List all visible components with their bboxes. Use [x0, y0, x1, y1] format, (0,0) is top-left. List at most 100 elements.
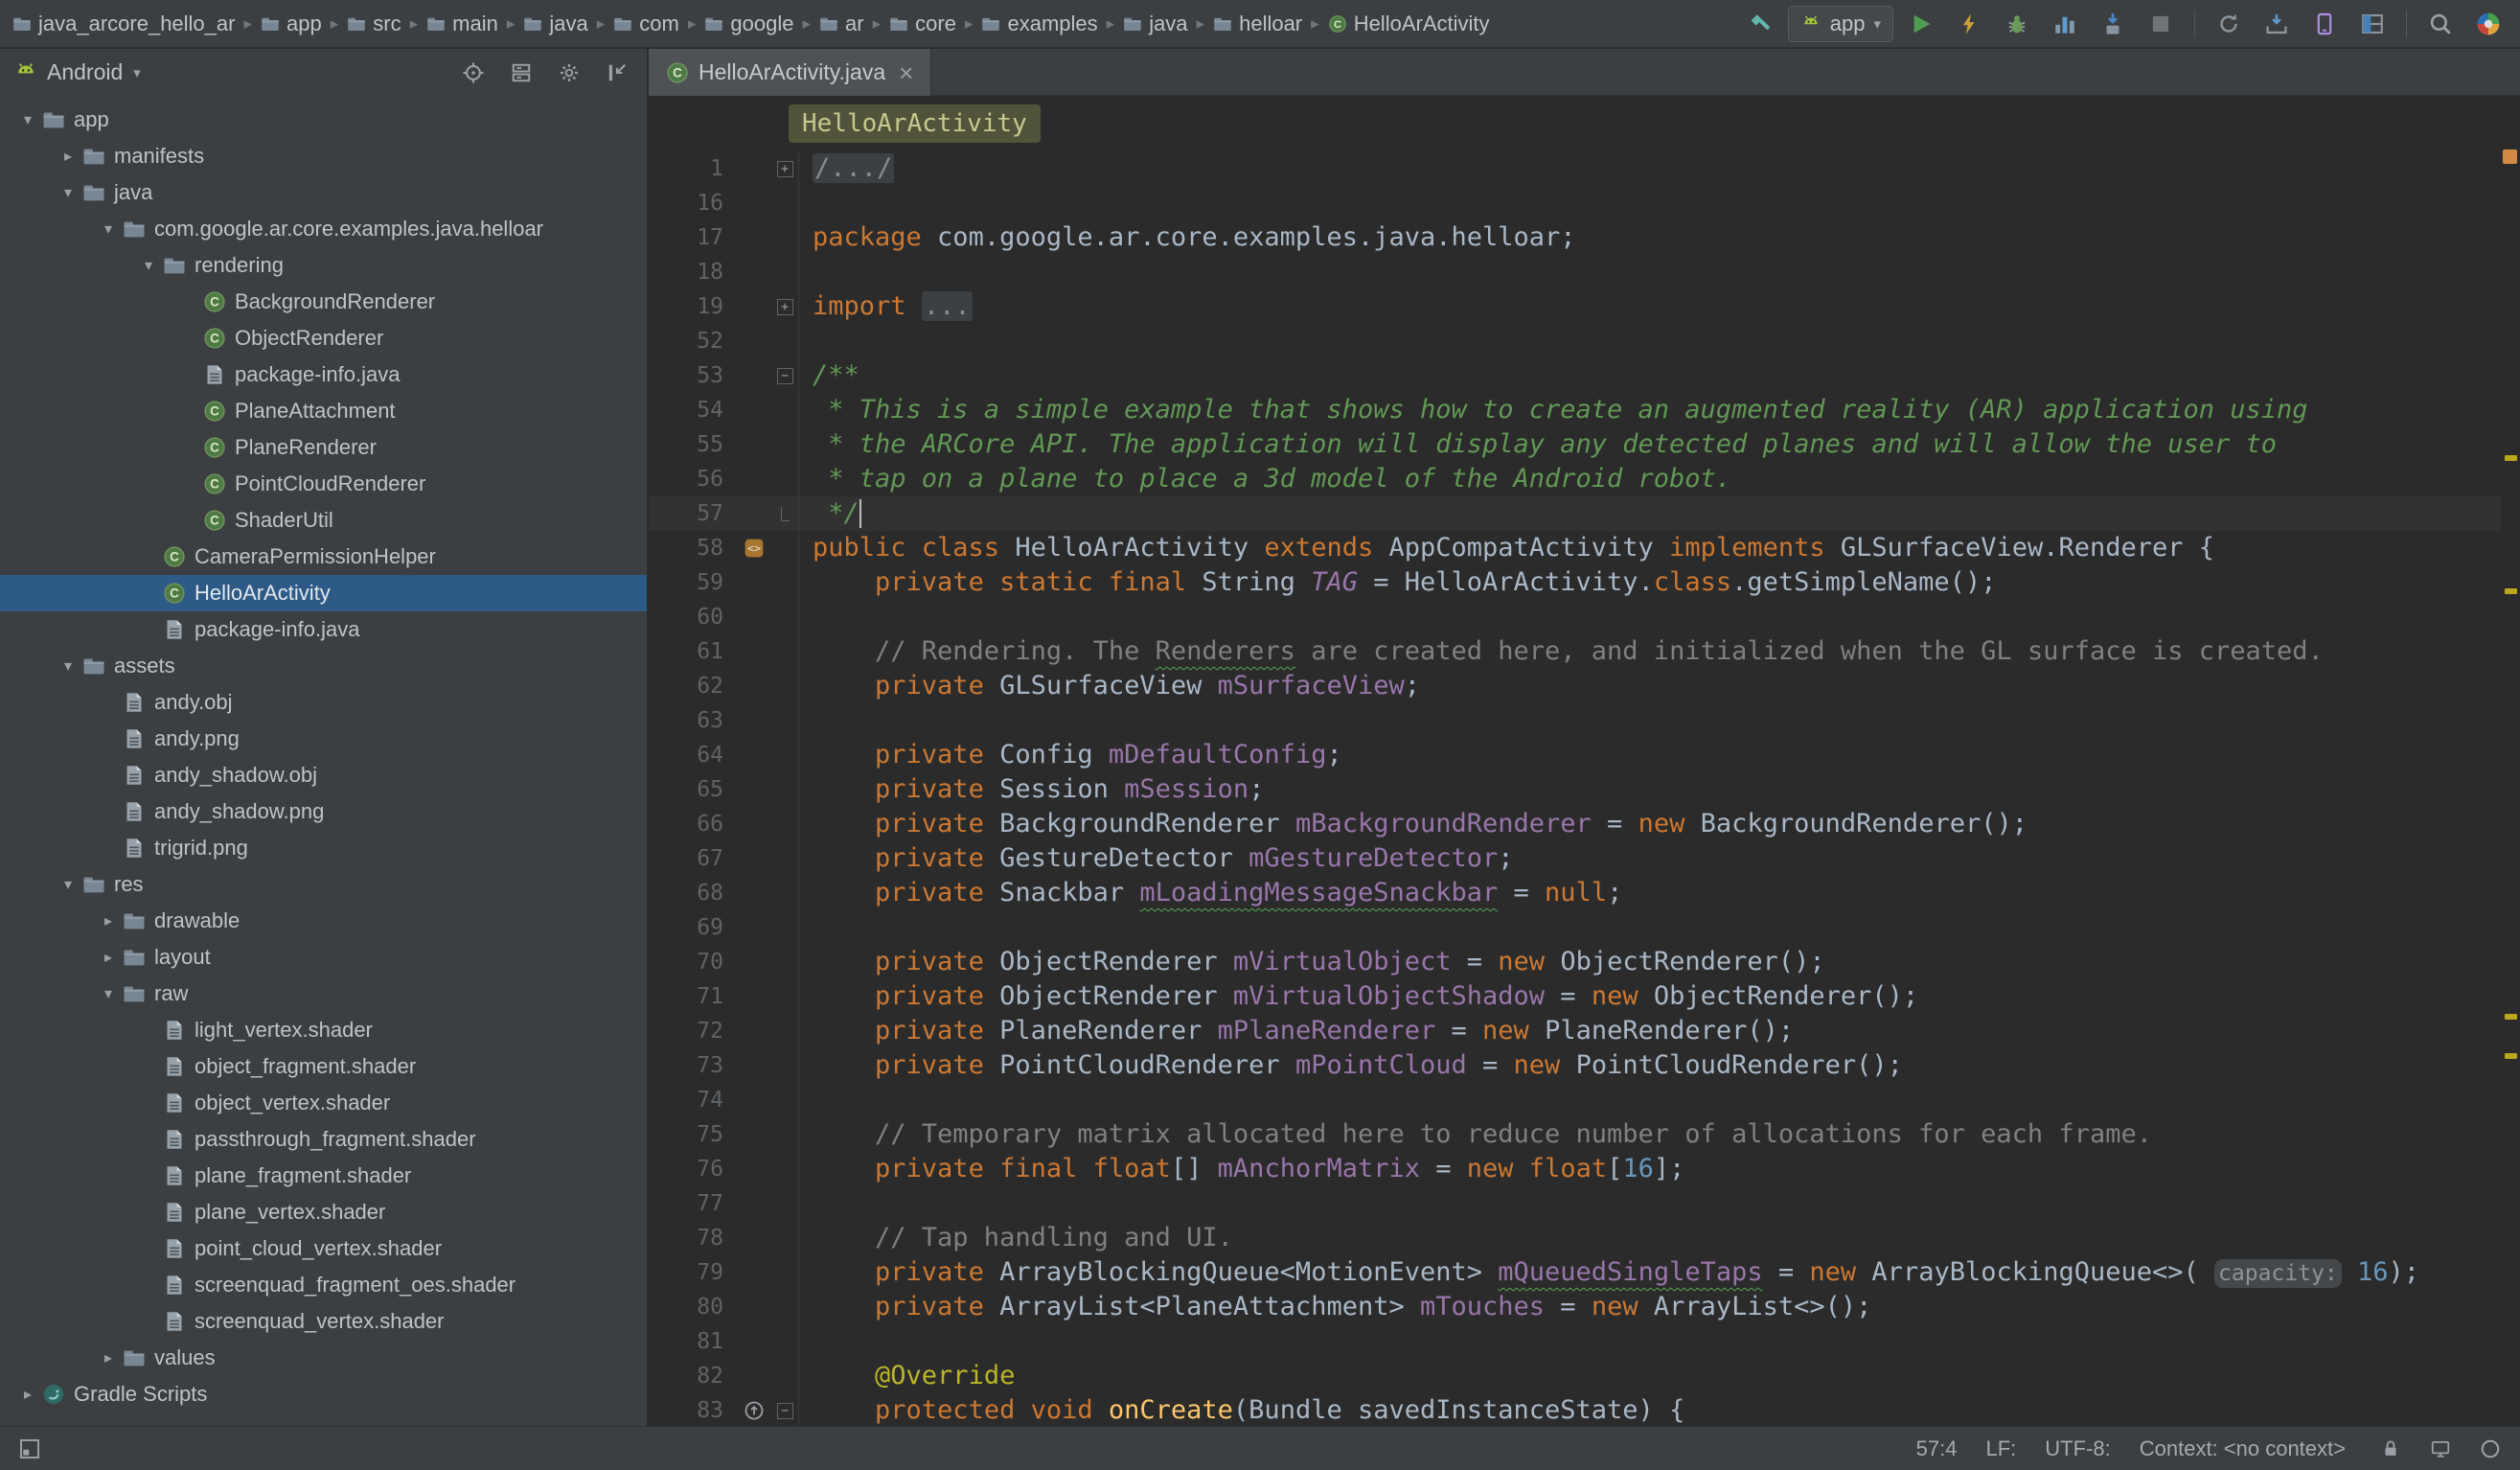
code-line[interactable]: 67 private GestureDetector mGestureDetec…	[649, 841, 2501, 876]
tree-item[interactable]: ▸layout	[0, 939, 647, 976]
breadcrumb-item[interactable]: java	[518, 10, 592, 38]
toolwindow-toggler-button[interactable]	[13, 1433, 46, 1465]
tree-item[interactable]: point_cloud_vertex.shader	[0, 1230, 647, 1267]
run-config-selector[interactable]: app▾	[1788, 6, 1893, 42]
line-separator-widget[interactable]: LF:	[1985, 1436, 2016, 1461]
breadcrumb-item[interactable]: com	[608, 10, 684, 38]
warning-stripe-mark[interactable]	[2505, 588, 2517, 594]
code-line[interactable]: 56 * tap on a plane to place a 3d model …	[649, 462, 2501, 496]
breadcrumb-item[interactable]: core	[884, 10, 961, 38]
chevron-right-icon[interactable]: ▸	[54, 147, 82, 166]
code-line[interactable]: 70 private ObjectRenderer mVirtualObject…	[649, 945, 2501, 979]
breadcrumb-item[interactable]: helloar	[1208, 10, 1307, 38]
code-line[interactable]: 57 */	[649, 496, 2501, 531]
chevron-right-icon[interactable]: ▸	[94, 948, 123, 967]
warning-stripe-mark[interactable]	[2505, 455, 2517, 461]
code-line[interactable]: 64 private Config mDefaultConfig;	[649, 738, 2501, 772]
code-line[interactable]: 62 private GLSurfaceView mSurfaceView;	[649, 669, 2501, 703]
code-line[interactable]: 17package com.google.ar.core.examples.ja…	[649, 220, 2501, 255]
search-everywhere-button[interactable]	[2420, 5, 2461, 43]
tree-item[interactable]: ▾com.google.ar.core.examples.java.helloa…	[0, 211, 647, 247]
tree-item[interactable]: andy_shadow.png	[0, 793, 647, 830]
attach-debugger-button[interactable]	[2093, 5, 2133, 43]
tree-item[interactable]: CHelloArActivity	[0, 575, 647, 611]
debug-button[interactable]	[1997, 5, 2037, 43]
background-tasks-button[interactable]	[2474, 1433, 2507, 1465]
avd-manager-button[interactable]	[2304, 5, 2345, 43]
code-line[interactable]: 73 private PointCloudRenderer mPointClou…	[649, 1048, 2501, 1083]
chevron-down-icon[interactable]: ▾	[13, 110, 42, 129]
tree-item[interactable]: CPlaneRenderer	[0, 429, 647, 466]
chevron-down-icon[interactable]: ▾	[94, 219, 123, 239]
tree-item[interactable]: andy.obj	[0, 684, 647, 721]
code-line[interactable]: 77	[649, 1186, 2501, 1221]
code-line[interactable]: 60	[649, 600, 2501, 634]
chevron-right-icon[interactable]: ▸	[94, 1348, 123, 1367]
tree-item[interactable]: package-info.java	[0, 611, 647, 648]
breadcrumb-item[interactable]: CHelloArActivity	[1323, 10, 1495, 38]
breadcrumb-item[interactable]: app	[256, 10, 327, 38]
code-line[interactable]: 69	[649, 910, 2501, 945]
project-view-selector[interactable]: Android ▾	[13, 59, 141, 85]
code-line[interactable]: 82 @Override	[649, 1359, 2501, 1393]
tree-item[interactable]: ▾res	[0, 866, 647, 903]
tree-item[interactable]: andy.png	[0, 721, 647, 757]
code-line[interactable]: 71 private ObjectRenderer mVirtualObject…	[649, 979, 2501, 1014]
build-hammer-button[interactable]	[1740, 5, 1780, 43]
encoding-widget[interactable]: UTF-8:	[2045, 1436, 2110, 1461]
code-line[interactable]: 75 // Temporary matrix allocated here to…	[649, 1117, 2501, 1152]
override-gutter-icon[interactable]	[737, 1400, 771, 1421]
marker-gutter-icon[interactable]: <>	[737, 538, 771, 559]
stop-button[interactable]	[2141, 5, 2181, 43]
code-line[interactable]: 78 // Tap handling and UI.	[649, 1221, 2501, 1255]
tree-item[interactable]: ▸manifests	[0, 138, 647, 174]
caret-position-widget[interactable]: 57:4	[1916, 1436, 1958, 1461]
editor-tab[interactable]: C HelloArActivity.java ×	[649, 49, 931, 96]
warning-stripe-mark[interactable]	[2505, 1053, 2517, 1059]
warning-stripe-mark[interactable]	[2505, 1014, 2517, 1020]
code-line[interactable]: 68 private Snackbar mLoadingMessageSnack…	[649, 876, 2501, 910]
code-line[interactable]: 61 // Rendering. The Renderers are creat…	[649, 634, 2501, 669]
code-line[interactable]: 19+import ...	[649, 289, 2501, 324]
event-log-button[interactable]	[2424, 1433, 2457, 1465]
chevron-right-icon[interactable]: ▸	[13, 1385, 42, 1404]
hide-panel-button[interactable]	[601, 57, 633, 89]
tree-item[interactable]: ▸values	[0, 1340, 647, 1376]
code-line[interactable]: 65 private Session mSession;	[649, 772, 2501, 807]
code-line[interactable]: 1+/.../	[649, 151, 2501, 186]
sdk-manager-button[interactable]	[2257, 5, 2297, 43]
collapse-all-button[interactable]	[505, 57, 538, 89]
fold-minus-icon[interactable]: −	[771, 1403, 798, 1419]
fold-minus-icon[interactable]: −	[771, 368, 798, 384]
tree-item[interactable]: CPlaneAttachment	[0, 393, 647, 429]
error-stripe[interactable]	[2501, 96, 2520, 1426]
code-line[interactable]: 80 private ArrayList<PlaneAttachment> mT…	[649, 1290, 2501, 1324]
chevron-right-icon[interactable]: ▸	[94, 911, 123, 930]
breadcrumb-item[interactable]: java_arcore_hello_ar	[8, 10, 240, 38]
code-line[interactable]: 58<>public class HelloArActivity extends…	[649, 531, 2501, 565]
profile-button[interactable]	[2045, 5, 2085, 43]
breadcrumb-item[interactable]: java	[1118, 10, 1192, 38]
tree-item[interactable]: andy_shadow.obj	[0, 757, 647, 793]
tree-item[interactable]: CObjectRenderer	[0, 320, 647, 356]
code-line[interactable]: 52	[649, 324, 2501, 358]
tree-item[interactable]: screenquad_fragment_oes.shader	[0, 1267, 647, 1303]
code-line[interactable]: 83− protected void onCreate(Bundle saved…	[649, 1393, 2501, 1426]
sync-project-button[interactable]	[2209, 5, 2249, 43]
tree-item[interactable]: CCameraPermissionHelper	[0, 539, 647, 575]
code-area[interactable]: 1+/.../1617package com.google.ar.core.ex…	[649, 151, 2501, 1426]
tree-item[interactable]: ▾java	[0, 174, 647, 211]
lock-button[interactable]	[2374, 1433, 2407, 1465]
chevron-down-icon[interactable]: ▾	[54, 183, 82, 202]
tree-item[interactable]: passthrough_fragment.shader	[0, 1121, 647, 1158]
tree-item[interactable]: plane_vertex.shader	[0, 1194, 647, 1230]
code-line[interactable]: 59 private static final String TAG = Hel…	[649, 565, 2501, 600]
fold-end-icon[interactable]	[771, 507, 798, 521]
code-line[interactable]: 79 private ArrayBlockingQueue<MotionEven…	[649, 1255, 2501, 1290]
tree-item[interactable]: ▸Gradle Scripts	[0, 1376, 647, 1413]
inspections-indicator[interactable]	[2503, 149, 2517, 164]
breadcrumb-item[interactable]: main	[422, 10, 503, 38]
code-line[interactable]: 76 private final float[] mAnchorMatrix =…	[649, 1152, 2501, 1186]
tree-item[interactable]: package-info.java	[0, 356, 647, 393]
tree-item[interactable]: ▾rendering	[0, 247, 647, 284]
